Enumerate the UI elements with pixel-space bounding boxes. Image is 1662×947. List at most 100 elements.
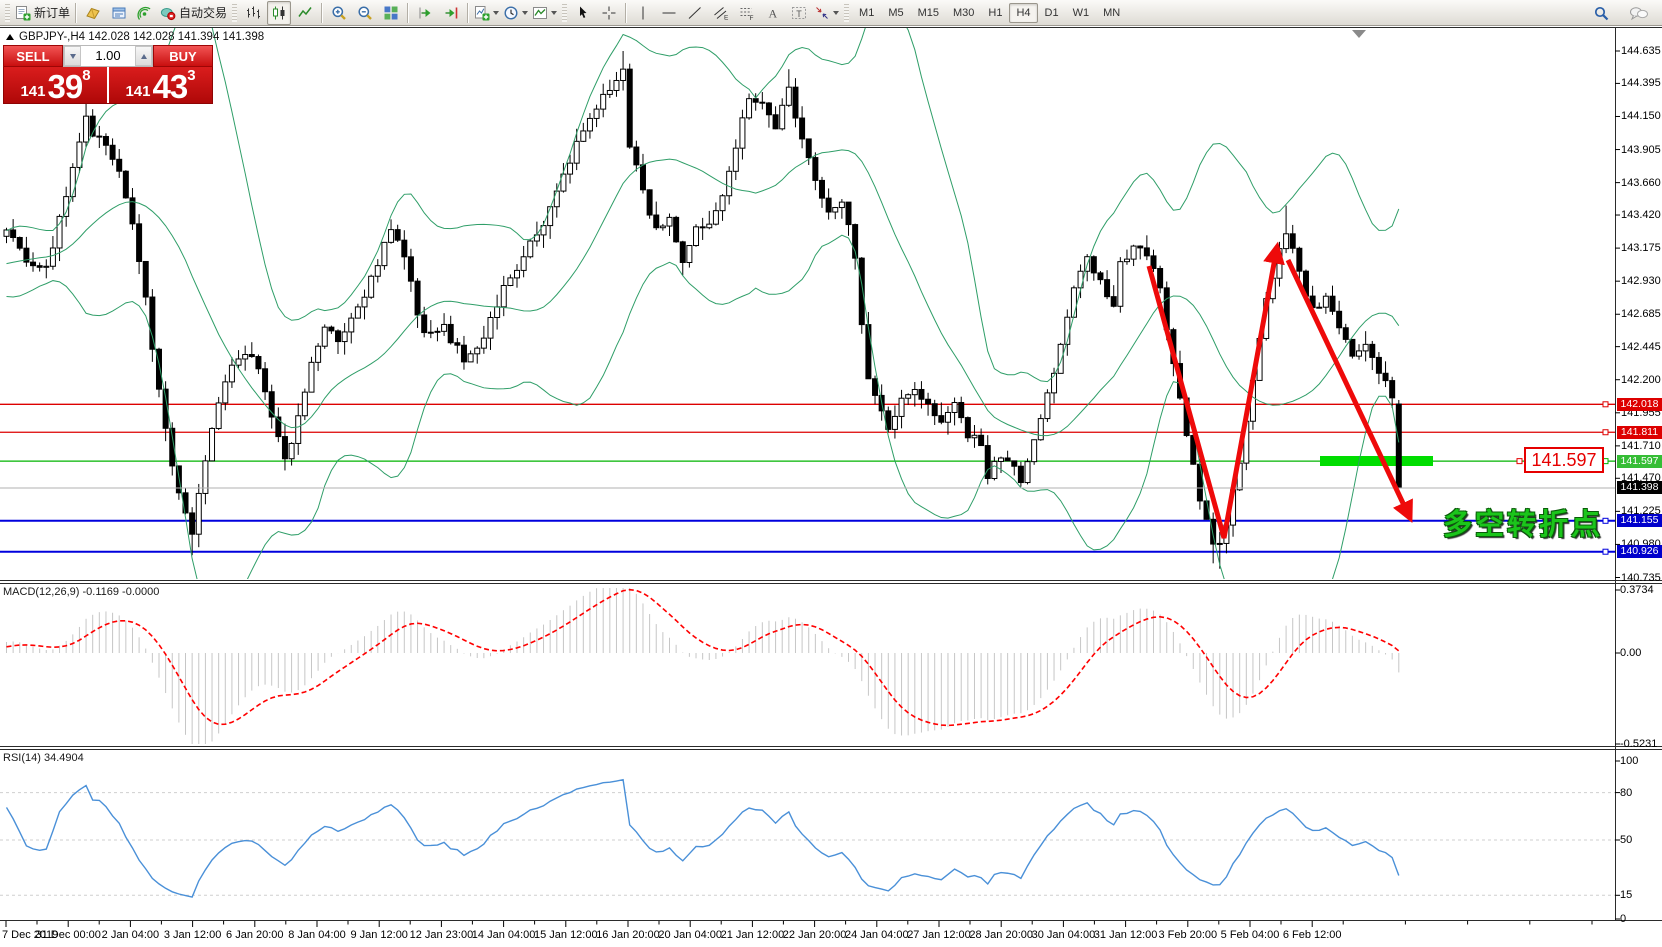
signals-button[interactable]: [133, 1, 157, 25]
main-chart[interactable]: [0, 0, 1662, 947]
tf-d1-button[interactable]: D1: [1038, 3, 1066, 23]
templates-button[interactable]: [531, 1, 558, 25]
new-order-button[interactable]: 新订单: [14, 1, 71, 25]
tile-windows-icon: [383, 5, 399, 21]
toolbar-drag-handle[interactable]: [5, 4, 10, 22]
macd-scale-label: -0.5231: [1620, 738, 1657, 750]
price-level-badge: 141.597: [1617, 455, 1662, 468]
volume-value[interactable]: 1.00: [81, 46, 135, 66]
zoom-out-button[interactable]: [353, 1, 377, 25]
rsi-header: RSI(14) 34.4904: [3, 752, 84, 764]
buy-button[interactable]: BUY: [153, 45, 213, 67]
text-button[interactable]: A: [761, 1, 785, 25]
price-level-badge: 140.926: [1617, 545, 1662, 558]
auto-scroll-button[interactable]: [413, 1, 437, 25]
horizontal-level-lines[interactable]: [0, 402, 1615, 554]
time-axis-label: 15 Jan 12:00: [534, 929, 598, 941]
auto-trading-button[interactable]: 自动交易: [159, 1, 228, 25]
price-level-box[interactable]: 141.597: [1524, 447, 1604, 473]
candles: [4, 51, 1401, 569]
arrows-button[interactable]: [813, 1, 840, 25]
toolbar-drag-handle[interactable]: [232, 4, 237, 22]
line-chart-button[interactable]: [293, 1, 317, 25]
periods-button[interactable]: [502, 1, 529, 25]
macd-pane[interactable]: [7, 588, 1399, 744]
svg-text:A: A: [769, 6, 778, 20]
tf-w1-button[interactable]: W1: [1066, 3, 1097, 23]
new-order-icon: [15, 5, 31, 21]
price-tick-label: 142.445: [1621, 341, 1661, 353]
volume-stepper: 1.00: [63, 45, 153, 67]
volume-increase-button[interactable]: [135, 46, 152, 66]
zoom-in-button[interactable]: [327, 1, 351, 25]
macd-scale-label: 0.3734: [1620, 584, 1654, 596]
indicators-button[interactable]: [473, 1, 500, 25]
tf-h1-button[interactable]: H1: [981, 3, 1009, 23]
tf-m30-button[interactable]: M30: [946, 3, 981, 23]
panel-borders: [0, 28, 1662, 921]
market-watch-button[interactable]: [81, 1, 105, 25]
fibonacci-button[interactable]: F: [735, 1, 759, 25]
auto-trading-icon: [160, 5, 176, 21]
price-tick-label: 143.420: [1621, 209, 1661, 221]
fibonacci-icon: F: [739, 5, 755, 21]
buy-price[interactable]: 141433: [109, 67, 212, 103]
vertical-line-button[interactable]: [631, 1, 655, 25]
horizontal-line-button[interactable]: [657, 1, 681, 25]
annotation-text[interactable]: 多空转折点: [1443, 501, 1603, 543]
trendline-button[interactable]: [683, 1, 707, 25]
cursor-icon: [575, 5, 591, 21]
chart-shift-icon: [443, 5, 459, 21]
data-window-button[interactable]: [107, 1, 131, 25]
toolbar: 新订单 自动交易 E F A T M1M5M15M30H1H4D1W1MN: [0, 0, 1662, 26]
time-axis-label: 22 Jan 20:00: [783, 929, 847, 941]
svg-text:T: T: [796, 8, 802, 18]
chart-shift-marker-icon[interactable]: [1352, 30, 1366, 38]
sell-price[interactable]: 141398: [4, 67, 107, 103]
rsi-scale-label: 50: [1620, 834, 1632, 846]
search-icon: [1593, 5, 1610, 22]
search-button[interactable]: [1589, 1, 1613, 25]
price-tick-label: 144.635: [1621, 45, 1661, 57]
rsi-pane[interactable]: [0, 780, 1615, 897]
trend-arrows[interactable]: [1149, 247, 1410, 538]
time-axis-label: 14 Jan 04:00: [472, 929, 536, 941]
axis-ticks: [6, 51, 1620, 927]
text-label-button[interactable]: T: [787, 1, 811, 25]
tile-windows-button[interactable]: [379, 1, 403, 25]
price-tick-label: 144.395: [1621, 77, 1661, 89]
tf-m15-button[interactable]: M15: [911, 3, 946, 23]
price-tick-label: 142.200: [1621, 374, 1661, 386]
community-icon: [1629, 5, 1649, 22]
templates-icon: [532, 5, 548, 21]
time-axis-label: 9 Jan 12:00: [350, 929, 408, 941]
chart-shift-button[interactable]: [439, 1, 463, 25]
toolbar-separator: [321, 3, 323, 23]
toolbar-drag-handle[interactable]: [562, 4, 567, 22]
time-axis-label: 27 Jan 12:00: [907, 929, 971, 941]
rsi-scale-label: 80: [1620, 787, 1632, 799]
price-level-badge: 141.811: [1617, 426, 1662, 439]
zoom-in-icon: [331, 5, 347, 21]
highlight-bar[interactable]: [1320, 456, 1433, 466]
equidistant-channel-button[interactable]: E: [709, 1, 733, 25]
community-button[interactable]: [1627, 1, 1651, 25]
text-label-icon: T: [791, 5, 807, 21]
crosshair-button[interactable]: [597, 1, 621, 25]
cursor-button[interactable]: [571, 1, 595, 25]
symbol-header: GBPJPY-,H4 142.028 142.028 141.394 141.3…: [6, 31, 264, 43]
arrows-icon: [814, 5, 830, 21]
tf-m5-button[interactable]: M5: [881, 3, 910, 23]
time-axis-label: 6 Feb 12:00: [1283, 929, 1342, 941]
svg-text:F: F: [750, 15, 754, 21]
price-tick-label: 140.735: [1621, 572, 1661, 584]
tf-h4-button[interactable]: H4: [1009, 3, 1037, 23]
sell-button[interactable]: SELL: [3, 45, 63, 67]
tf-mn-button[interactable]: MN: [1096, 3, 1127, 23]
toolbar-drag-handle[interactable]: [844, 4, 849, 22]
candlestick-chart-button[interactable]: [267, 1, 291, 25]
volume-decrease-button[interactable]: [64, 46, 81, 66]
bar-chart-button[interactable]: [241, 1, 265, 25]
price-level-badge: 142.018: [1617, 398, 1662, 411]
tf-m1-button[interactable]: M1: [852, 3, 881, 23]
